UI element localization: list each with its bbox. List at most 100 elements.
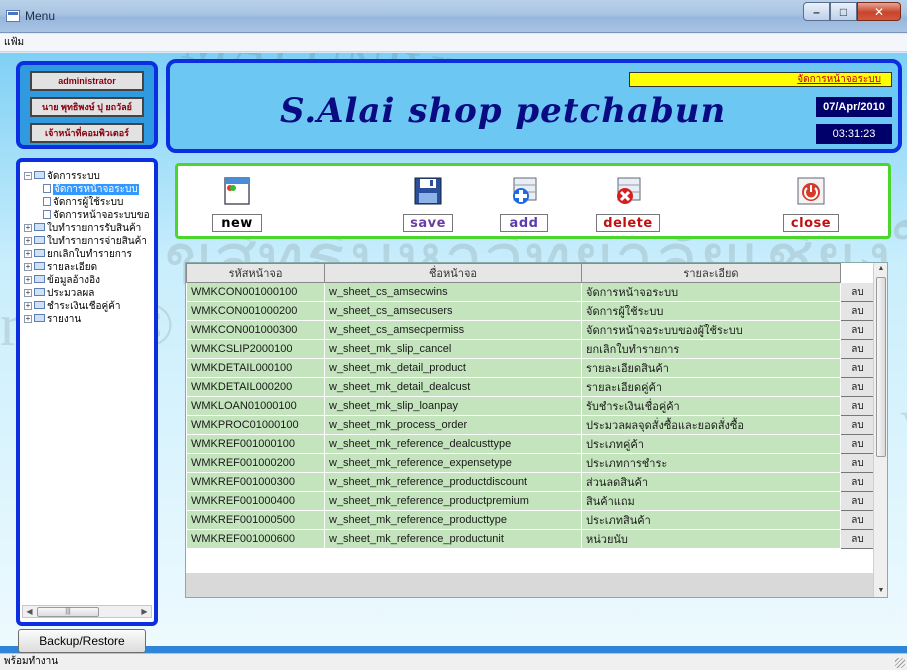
cell-screen-detail[interactable]: รายละเอียดสินค้า	[581, 358, 841, 378]
table-row[interactable]: WMKCON001000300 w_sheet_cs_amsecpermiss จั…	[186, 320, 875, 340]
expand-icon[interactable]: +	[24, 315, 32, 323]
cell-screen-code[interactable]: WMKCON001000100	[186, 282, 325, 302]
tree-node[interactable]: + ใบทำรายการจ่ายสินค้า	[24, 235, 150, 248]
close-window-button[interactable]: ✕	[857, 2, 901, 21]
row-delete-button[interactable]: ลบ	[840, 320, 875, 340]
column-header-detail[interactable]: รายละเอียด	[581, 263, 841, 283]
grid-vertical-scrollbar[interactable]: ▲ ▼	[873, 263, 887, 597]
cell-screen-detail[interactable]: ยกเลิกใบทำรายการ	[581, 339, 841, 359]
cell-screen-detail[interactable]: ประเภทการชำระ	[581, 453, 841, 473]
table-row[interactable]: WMKDETAIL000200 w_sheet_mk_detail_dealcus…	[186, 377, 875, 397]
expand-icon[interactable]: +	[24, 263, 32, 271]
tree-node[interactable]: + ชำระเงินเชื่อคู่ค้า	[24, 300, 150, 313]
row-delete-button[interactable]: ลบ	[840, 510, 875, 530]
tree-node[interactable]: + ข้อมูลอ้างอิง	[24, 274, 150, 287]
close-button[interactable]: close	[783, 176, 839, 232]
cell-screen-code[interactable]: WMKREF001000400	[186, 491, 325, 511]
row-delete-button[interactable]: ลบ	[840, 529, 875, 549]
minimize-button[interactable]: –	[803, 2, 830, 21]
row-delete-button[interactable]: ลบ	[840, 415, 875, 435]
cell-screen-name[interactable]: w_sheet_cs_amsecusers	[324, 301, 582, 321]
table-row[interactable]: WMKREF001000500 w_sheet_mk_reference_prod…	[186, 510, 875, 530]
tree-child-node[interactable]: จัดการหน้าจอระบบของผู้ใช้ระบบ	[24, 209, 150, 222]
tree-node[interactable]: + ประมวลผล	[24, 287, 150, 300]
cell-screen-name[interactable]: w_sheet_mk_reference_productpremium	[324, 491, 582, 511]
cell-screen-code[interactable]: WMKREF001000100	[186, 434, 325, 454]
cell-screen-detail[interactable]: จัดการผู้ใช้ระบบ	[581, 301, 841, 321]
column-header-code[interactable]: รหัสหน้าจอ	[186, 263, 325, 283]
tree-node[interactable]: + ยกเลิกใบทำรายการ	[24, 248, 150, 261]
scroll-thumb[interactable]: |||	[37, 607, 99, 617]
tree-node[interactable]: + รายงาน	[24, 313, 150, 326]
row-delete-button[interactable]: ลบ	[840, 301, 875, 321]
cell-screen-code[interactable]: WMKLOAN01000100	[186, 396, 325, 416]
delete-button[interactable]: delete	[596, 176, 660, 232]
cell-screen-detail[interactable]: สินค้าแถม	[581, 491, 841, 511]
tree-child-node[interactable]: จัดการผู้ใช้ระบบ	[24, 196, 150, 209]
cell-screen-name[interactable]: w_sheet_mk_slip_cancel	[324, 339, 582, 359]
table-row[interactable]: WMKREF001000300 w_sheet_mk_reference_prod…	[186, 472, 875, 492]
cell-screen-code[interactable]: WMKDETAIL000100	[186, 358, 325, 378]
cell-screen-code[interactable]: WMKREF001000500	[186, 510, 325, 530]
cell-screen-name[interactable]: w_sheet_cs_amsecwins	[324, 282, 582, 302]
table-row[interactable]: WMKCSLIP2000100 w_sheet_mk_slip_cancel ยกเ…	[186, 339, 875, 359]
maximize-button[interactable]: □	[830, 2, 857, 21]
cell-screen-detail[interactable]: จัดการหน้าจอระบบของผู้ใช้ระบบ	[581, 320, 841, 340]
save-button[interactable]: save	[403, 176, 453, 232]
cell-screen-name[interactable]: w_sheet_mk_reference_dealcusttype	[324, 434, 582, 454]
cell-screen-code[interactable]: WMKPROC01000100	[186, 415, 325, 435]
cell-screen-code[interactable]: WMKCSLIP2000100	[186, 339, 325, 359]
table-row[interactable]: WMKREF001000600 w_sheet_mk_reference_prod…	[186, 529, 875, 549]
cell-screen-detail[interactable]: ประมวลผลจุดสั่งซื้อและยอดสั่งซื้อ	[581, 415, 841, 435]
row-delete-button[interactable]: ลบ	[840, 453, 875, 473]
expand-icon[interactable]: +	[24, 224, 32, 232]
cell-screen-name[interactable]: w_sheet_mk_reference_productunit	[324, 529, 582, 549]
expand-icon[interactable]: +	[24, 302, 32, 310]
row-delete-button[interactable]: ลบ	[840, 358, 875, 378]
cell-screen-detail[interactable]: ประเภทสินค้า	[581, 510, 841, 530]
cell-screen-code[interactable]: WMKCON001000200	[186, 301, 325, 321]
cell-screen-name[interactable]: w_sheet_cs_amsecpermiss	[324, 320, 582, 340]
tree-child-node[interactable]: จัดการหน้าจอระบบ	[24, 183, 150, 196]
row-delete-button[interactable]: ลบ	[840, 434, 875, 454]
expand-icon[interactable]: +	[24, 289, 32, 297]
row-delete-button[interactable]: ลบ	[840, 491, 875, 511]
cell-screen-code[interactable]: WMKDETAIL000200	[186, 377, 325, 397]
cell-screen-detail[interactable]: ประเภทคู่ค้า	[581, 434, 841, 454]
cell-screen-detail[interactable]: จัดการหน้าจอระบบ	[581, 282, 841, 302]
tree-node[interactable]: + รายละเอียด	[24, 261, 150, 274]
table-row[interactable]: WMKDETAIL000100 w_sheet_mk_detail_product…	[186, 358, 875, 378]
new-button[interactable]: new	[212, 176, 262, 232]
column-header-name[interactable]: ชื่อหน้าจอ	[324, 263, 582, 283]
cell-screen-name[interactable]: w_sheet_mk_process_order	[324, 415, 582, 435]
scroll-down-icon[interactable]: ▼	[874, 585, 887, 597]
cell-screen-detail[interactable]: หน่วยนับ	[581, 529, 841, 549]
row-delete-button[interactable]: ลบ	[840, 377, 875, 397]
row-delete-button[interactable]: ลบ	[840, 396, 875, 416]
cell-screen-code[interactable]: WMKREF001000200	[186, 453, 325, 473]
table-row[interactable]: WMKREF001000100 w_sheet_mk_reference_deal…	[186, 434, 875, 454]
expand-icon[interactable]: +	[24, 276, 32, 284]
resize-grip-icon[interactable]	[895, 658, 905, 668]
cell-screen-code[interactable]: WMKCON001000300	[186, 320, 325, 340]
table-row[interactable]: WMKCON001000100 w_sheet_cs_amsecwins จัดกา…	[186, 282, 875, 302]
cell-screen-code[interactable]: WMKREF001000600	[186, 529, 325, 549]
tree-horizontal-scrollbar[interactable]: ◀ ||| ▶	[22, 605, 152, 618]
cell-screen-detail[interactable]: ส่วนลดสินค้า	[581, 472, 841, 492]
cell-screen-name[interactable]: w_sheet_mk_reference_expensetype	[324, 453, 582, 473]
cell-screen-name[interactable]: w_sheet_mk_detail_product	[324, 358, 582, 378]
tree-node[interactable]: + ใบทำรายการรับสินค้า	[24, 222, 150, 235]
table-row[interactable]: WMKREF001000400 w_sheet_mk_reference_prod…	[186, 491, 875, 511]
table-row[interactable]: WMKREF001000200 w_sheet_mk_reference_expe…	[186, 453, 875, 473]
cell-screen-detail[interactable]: รับชำระเงินเชื่อคู่ค้า	[581, 396, 841, 416]
collapse-icon[interactable]: −	[24, 172, 32, 180]
row-delete-button[interactable]: ลบ	[840, 282, 875, 302]
cell-screen-name[interactable]: w_sheet_mk_slip_loanpay	[324, 396, 582, 416]
cell-screen-name[interactable]: w_sheet_mk_reference_productdiscount	[324, 472, 582, 492]
cell-screen-name[interactable]: w_sheet_mk_detail_dealcust	[324, 377, 582, 397]
tree-node[interactable]: − จัดการระบบ	[24, 170, 150, 183]
cell-screen-code[interactable]: WMKREF001000300	[186, 472, 325, 492]
add-button[interactable]: add	[500, 176, 548, 232]
scroll-right-icon[interactable]: ▶	[139, 607, 150, 617]
row-delete-button[interactable]: ลบ	[840, 339, 875, 359]
